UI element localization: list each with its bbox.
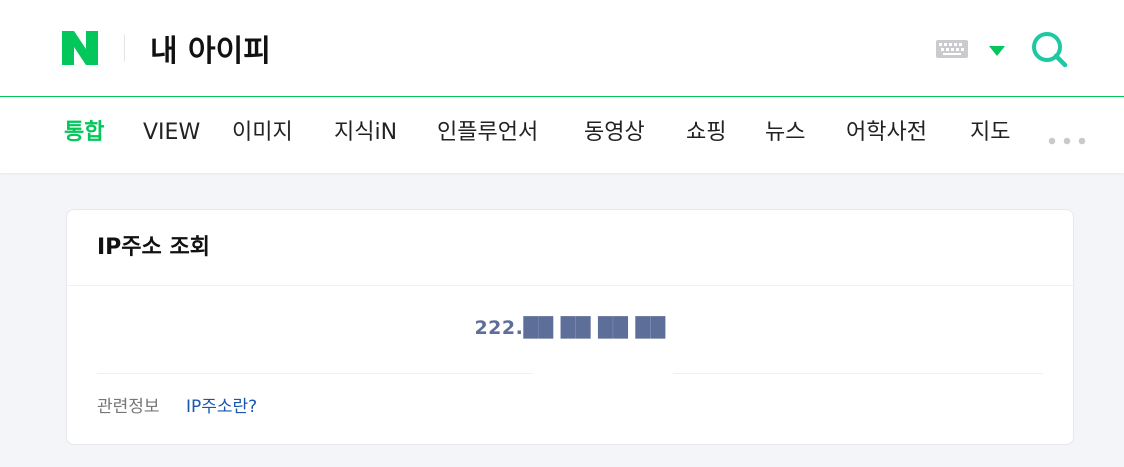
naver-logo[interactable] bbox=[62, 31, 98, 65]
search-header bbox=[0, 0, 1124, 97]
chevron-down-icon[interactable] bbox=[988, 42, 1006, 56]
ip-address-value: 222.██ ██ ██ ██ bbox=[474, 317, 666, 339]
tab-view[interactable]: VIEW bbox=[143, 117, 200, 149]
ip-lookup-card: IP주소 조회 222.██ ██ ██ ██ 관련정보 IP주소란? bbox=[66, 209, 1074, 445]
header-divider bbox=[124, 34, 125, 62]
tab-knowledge-in[interactable]: 지식iN bbox=[334, 117, 397, 149]
ip-underline bbox=[97, 373, 533, 374]
logo-mark bbox=[62, 31, 98, 65]
tab-influencer[interactable]: 인플루언서 bbox=[437, 117, 538, 149]
related-info-label: 관련정보 bbox=[97, 397, 160, 417]
search-tabs: 통합 VIEW 이미지 지식iN 인플루언서 동영상 쇼핑 뉴스 어학사전 지도 bbox=[0, 97, 1124, 173]
tab-map[interactable]: 지도 bbox=[970, 117, 1010, 149]
ip-underline bbox=[673, 373, 1043, 374]
tab-shopping[interactable]: 쇼핑 bbox=[686, 117, 726, 149]
keyboard-icon[interactable] bbox=[936, 40, 968, 58]
search-icon[interactable] bbox=[1030, 30, 1070, 68]
more-dots-icon[interactable] bbox=[1048, 130, 1086, 145]
tab-images[interactable]: 이미지 bbox=[232, 117, 293, 149]
tab-video[interactable]: 동영상 bbox=[584, 117, 645, 149]
card-divider bbox=[67, 285, 1073, 286]
tab-news[interactable]: 뉴스 bbox=[765, 117, 805, 149]
ip-info-link[interactable]: IP주소란? bbox=[186, 394, 257, 420]
tab-dictionary[interactable]: 어학사전 bbox=[846, 117, 927, 149]
card-title: IP주소 조회 bbox=[97, 235, 210, 260]
search-input[interactable] bbox=[150, 24, 750, 72]
tab-integrated[interactable]: 통합 bbox=[64, 117, 104, 149]
